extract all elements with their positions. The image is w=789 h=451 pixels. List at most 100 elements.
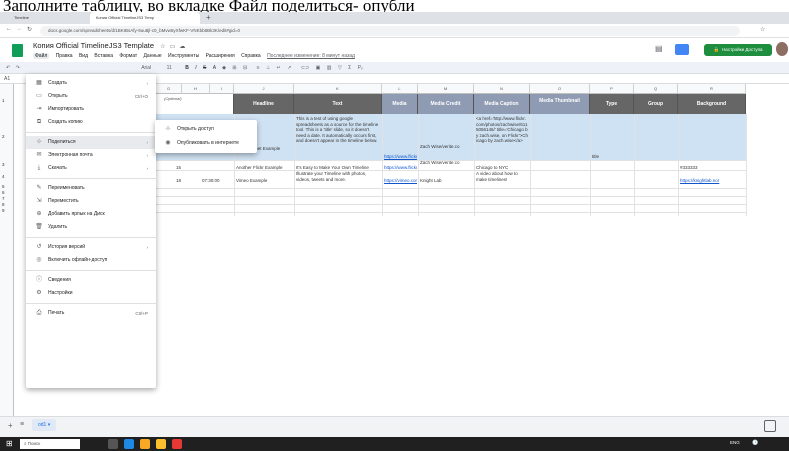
- menu-help[interactable]: Справка: [241, 53, 261, 59]
- windows-start-icon[interactable]: ⊞: [6, 439, 13, 448]
- menu-tools[interactable]: Инструменты: [168, 53, 199, 59]
- header-text[interactable]: Text: [294, 94, 382, 114]
- cell-background-row4[interactable]: https://knightlab.nor: [680, 178, 744, 184]
- header-media-caption[interactable]: Media Caption: [474, 94, 530, 114]
- explore-icon[interactable]: [764, 420, 776, 432]
- column-header-h[interactable]: H: [182, 84, 210, 94]
- link-icon[interactable]: ⊂⊃: [301, 65, 309, 71]
- sheets-logo-icon[interactable]: [12, 44, 23, 57]
- menu-item-settings[interactable]: ⚙ Настройки: [26, 287, 156, 300]
- cell-reference[interactable]: A1: [4, 76, 10, 82]
- cell-credit-row4[interactable]: Knight Lab: [420, 178, 472, 184]
- borders-icon[interactable]: ⊞: [232, 65, 236, 71]
- menu-file[interactable]: Файл: [33, 53, 50, 59]
- font-select[interactable]: Arial: [141, 65, 151, 71]
- column-header-g[interactable]: G: [156, 84, 182, 94]
- sheet-tab[interactable]: od1 ▾: [32, 419, 57, 431]
- cell-media-row4[interactable]: https://vimeo.com/1: [384, 178, 417, 184]
- header-media-thumbnail[interactable]: Media Thumbnail: [530, 94, 590, 114]
- font-size-select[interactable]: 11: [167, 65, 172, 71]
- cell-media-title[interactable]: https://www.flickr.co: [384, 154, 417, 160]
- italic-icon[interactable]: I: [195, 65, 196, 71]
- browser-tab-timeline[interactable]: Timeline: [8, 12, 35, 24]
- merge-icon[interactable]: ⊟: [243, 65, 247, 71]
- menu-item-offline[interactable]: ◎ Включить офлайн-доступ: [26, 254, 156, 267]
- fill-color-icon[interactable]: ◆: [222, 65, 226, 71]
- row-number-6[interactable]: 6: [2, 190, 5, 196]
- cell-caption-row4[interactable]: A video about how to make timelines!: [476, 171, 528, 182]
- cell-type-title[interactable]: title: [592, 154, 632, 160]
- menu-item-open[interactable]: ▭ Открыть Ctrl+O: [26, 90, 156, 103]
- header-media-credit[interactable]: Media Credit: [418, 94, 474, 114]
- wrap-icon[interactable]: ↵: [277, 65, 281, 71]
- cell-time-row3[interactable]: 07:30:00: [202, 178, 232, 184]
- all-sheets-icon[interactable]: ≡: [20, 421, 24, 428]
- menu-item-version-history[interactable]: ↺ История версий ›: [26, 241, 156, 254]
- menu-edit[interactable]: Правка: [56, 53, 73, 59]
- avatar[interactable]: [776, 42, 788, 56]
- align-icon[interactable]: ≡: [257, 65, 260, 71]
- menu-item-share[interactable]: ⊹ Поделиться ›: [26, 136, 156, 149]
- row-number-8[interactable]: 8: [2, 202, 5, 208]
- menu-data[interactable]: Данные: [144, 53, 162, 59]
- menu-insert[interactable]: Вставка: [94, 53, 113, 59]
- filter-icon[interactable]: ▽: [338, 65, 342, 71]
- menu-item-make-copy[interactable]: ⧉ Создать копию: [26, 116, 156, 129]
- chrome-icon[interactable]: [156, 439, 166, 449]
- menu-item-add-shortcut[interactable]: ⊕ Добавить ярлык на Диск: [26, 208, 156, 221]
- column-header-i[interactable]: I: [210, 84, 234, 94]
- row-number-3[interactable]: 3: [2, 162, 5, 168]
- submenu-item-publish-web[interactable]: ◉ Опубликовать в интернете: [155, 137, 257, 150]
- row-number-7[interactable]: 7: [2, 196, 5, 202]
- taskview-icon[interactable]: [108, 439, 118, 449]
- functions-icon[interactable]: Σ: [348, 65, 351, 71]
- back-icon[interactable]: ←: [6, 26, 12, 32]
- column-header-n[interactable]: N: [474, 84, 530, 94]
- meet-icon[interactable]: [675, 44, 689, 55]
- menu-view[interactable]: Вид: [79, 53, 88, 59]
- column-header-r[interactable]: R: [678, 84, 746, 94]
- input-tools-icon[interactable]: Рᵥ: [358, 65, 363, 71]
- column-header-l[interactable]: L: [382, 84, 418, 94]
- strikethrough-icon[interactable]: S: [203, 65, 206, 71]
- row-number-1[interactable]: 1: [2, 98, 5, 104]
- header-type[interactable]: Type: [590, 94, 634, 114]
- column-header-m[interactable]: M: [418, 84, 474, 94]
- explorer-icon[interactable]: [140, 439, 150, 449]
- row-number-9[interactable]: 9: [2, 208, 5, 214]
- row-number-2[interactable]: 2: [2, 134, 5, 140]
- header-group[interactable]: Group: [634, 94, 678, 114]
- column-header-o[interactable]: O: [530, 84, 590, 94]
- header-media[interactable]: Media: [382, 94, 418, 114]
- star-doc-icon[interactable]: ☆: [160, 44, 165, 50]
- rotate-icon[interactable]: ↗: [287, 65, 291, 71]
- cell-text-row4[interactable]: Illustrate your Timeline with photos, vi…: [296, 171, 380, 182]
- column-header-j[interactable]: J: [234, 84, 294, 94]
- submenu-item-share-access[interactable]: ⊹ Открыть доступ: [155, 123, 257, 136]
- add-sheet-icon[interactable]: +: [8, 421, 13, 430]
- menu-item-rename[interactable]: ✎ Переименовать: [26, 182, 156, 195]
- cell-text-title[interactable]: This is a test of using google spreadshe…: [296, 116, 380, 160]
- cell-credit-title[interactable]: Zach Wise/verite.co: [420, 144, 472, 150]
- app-icon[interactable]: [172, 439, 182, 449]
- menu-format[interactable]: Формат: [119, 53, 137, 59]
- new-tab-icon[interactable]: +: [206, 12, 211, 24]
- address-field[interactable]: docs.google.com/spreadsheets/d/1BKIBsAfy…: [40, 26, 740, 36]
- last-edit-link[interactable]: Последнее изменение: 8 минут назад: [267, 53, 355, 59]
- column-header-q[interactable]: Q: [634, 84, 678, 94]
- chart-icon[interactable]: ▥: [327, 65, 332, 71]
- menu-item-details[interactable]: ⓘ Сведения: [26, 274, 156, 287]
- reload-icon[interactable]: ↻: [27, 26, 32, 33]
- clock-icon[interactable]: 🕒: [752, 440, 758, 446]
- taskbar-search[interactable]: ⌕ Поиск: [20, 439, 80, 449]
- column-header-k[interactable]: K: [294, 84, 382, 94]
- text-color-icon[interactable]: A: [213, 65, 216, 71]
- header-headline[interactable]: Headline: [234, 94, 294, 114]
- cell-h-row3[interactable]: 18: [176, 178, 196, 184]
- document-title[interactable]: Копия Official TimelineJS3 Template ☆ ▭ …: [33, 41, 185, 50]
- menu-extensions[interactable]: Расширения: [206, 53, 235, 59]
- move-folder-icon[interactable]: ▭: [170, 44, 176, 50]
- menu-item-import[interactable]: ⇥ Импортировать: [26, 103, 156, 116]
- menu-item-move[interactable]: ⇲ Переместить: [26, 195, 156, 208]
- menu-item-download[interactable]: ⤓ Скачать ›: [26, 162, 156, 175]
